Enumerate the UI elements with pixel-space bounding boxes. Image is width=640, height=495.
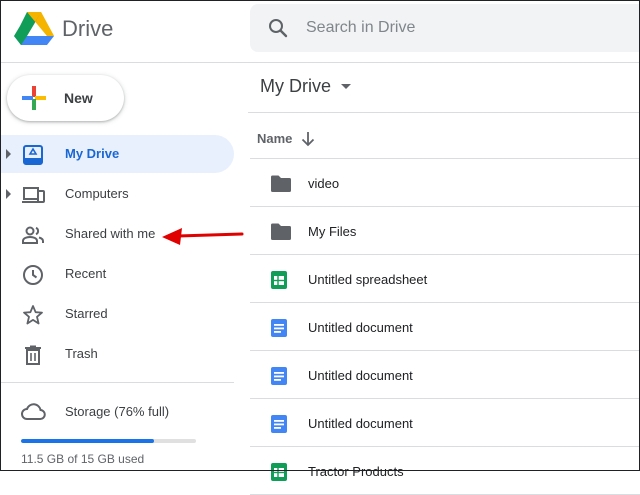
red-arrow-annotation	[160, 226, 244, 251]
sidebar-item-starred[interactable]: Starred	[0, 295, 234, 333]
file-row[interactable]: Untitled document	[250, 303, 640, 351]
storage-label[interactable]: Storage (76% full)	[65, 404, 169, 419]
sidebar-item-recent[interactable]: Recent	[0, 255, 234, 293]
document-icon	[270, 366, 290, 386]
app-name: Drive	[62, 16, 114, 41]
sidebar-item-my-drive[interactable]: My Drive	[0, 135, 234, 173]
file-name: Untitled document	[308, 368, 413, 383]
new-button[interactable]: New	[7, 75, 124, 121]
file-row[interactable]: video	[250, 159, 640, 207]
star-icon	[21, 303, 45, 327]
page-title[interactable]: My Drive	[260, 76, 331, 97]
chevron-down-icon[interactable]	[341, 84, 351, 89]
sidebar-item-label: My Drive	[65, 146, 120, 161]
sidebar-item-label: Trash	[65, 346, 98, 361]
search-icon[interactable]	[268, 18, 288, 43]
search-bar[interactable]	[250, 4, 640, 52]
file-name: Untitled document	[308, 416, 413, 431]
expand-caret-icon[interactable]	[6, 189, 11, 199]
expand-caret-icon[interactable]	[6, 149, 11, 159]
storage-progress-bar	[21, 439, 196, 443]
file-row[interactable]: Untitled spreadsheet	[250, 255, 640, 303]
sidebar-item-computers[interactable]: Computers	[0, 175, 234, 213]
file-name: Untitled document	[308, 320, 413, 335]
column-header-name[interactable]: Name	[257, 131, 292, 146]
storage-progress-fill	[21, 439, 154, 443]
sidebar-item-trash[interactable]: Trash	[0, 335, 234, 373]
sort-arrow-icon[interactable]	[301, 131, 315, 152]
folder-icon	[270, 222, 291, 242]
drive-logo[interactable]	[14, 10, 54, 51]
trash-icon	[21, 343, 45, 367]
folder-icon	[270, 174, 291, 194]
spreadsheet-icon	[270, 462, 290, 482]
sidebar-item-label: Recent	[65, 266, 107, 281]
file-name: video	[308, 176, 340, 191]
file-name: My Files	[308, 224, 357, 239]
file-row[interactable]: Tractor Products	[250, 447, 640, 495]
my-drive-icon	[21, 143, 45, 167]
search-input[interactable]	[306, 4, 606, 52]
sidebar-divider	[0, 382, 234, 383]
file-row[interactable]: My Files	[250, 207, 640, 255]
file-name: Untitled spreadsheet	[308, 272, 428, 287]
computers-icon	[21, 183, 45, 207]
top-bar: Drive	[0, 0, 640, 63]
plus-icon	[22, 86, 46, 115]
file-name: Tractor Products	[308, 464, 404, 479]
sidebar-item-label: Computers	[65, 186, 129, 201]
file-row[interactable]: Untitled document	[250, 351, 640, 399]
spreadsheet-icon	[270, 270, 290, 290]
document-icon	[270, 414, 290, 434]
new-button-label: New	[64, 90, 93, 106]
sidebar-item-label: Shared with me	[65, 226, 156, 241]
clock-icon	[21, 263, 45, 287]
title-divider	[248, 112, 640, 113]
file-row[interactable]: Untitled document	[250, 399, 640, 447]
cloud-icon	[20, 400, 46, 427]
storage-used-text: 11.5 GB of 15 GB used	[21, 452, 145, 466]
document-icon	[270, 318, 290, 338]
sidebar-item-label: Starred	[65, 306, 108, 321]
shared-people-icon	[21, 223, 45, 247]
